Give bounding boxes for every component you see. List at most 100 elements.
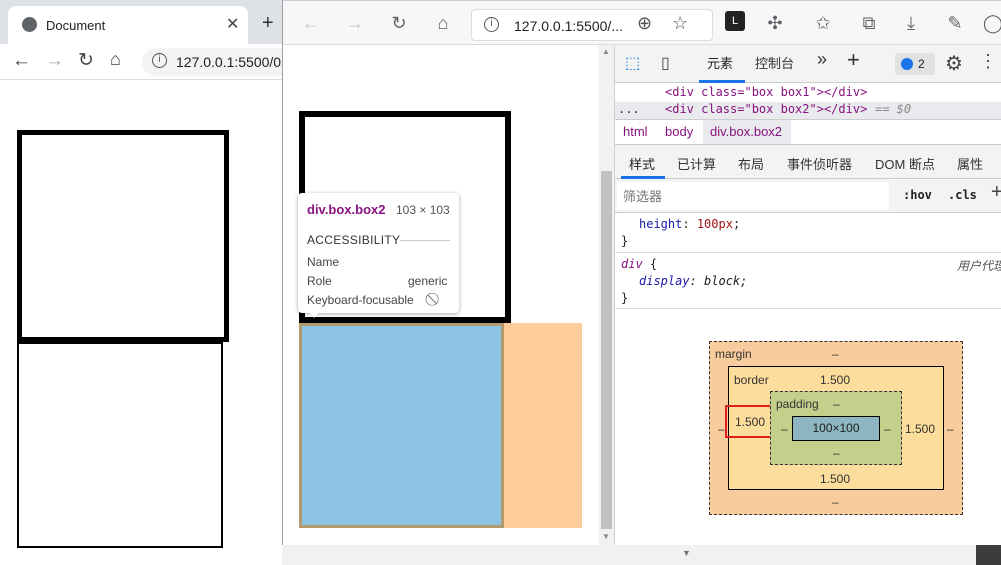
filter-row: :hov .cls + [615,179,1001,213]
inspect-icon[interactable]: ⬚ [625,53,640,73]
scroll-down-icon[interactable]: ▼ [602,532,610,541]
customize-menu-icon[interactable]: ⋮ [979,51,997,72]
tab-console[interactable]: 控制台 [755,53,794,72]
favorites-icon[interactable]: ✩ [809,9,837,37]
back-address-text: 127.0.0.1:5500/0 [176,54,282,70]
margin-left-value[interactable]: – [718,422,725,436]
tooltip-role-label: Role [307,274,332,288]
border-bottom-value[interactable]: 1.500 [820,472,850,486]
content-size[interactable]: 100×100 [812,421,859,435]
rule1-height-line: height: 100px; [639,217,741,231]
tooltip-size: 103 × 103 [396,203,450,217]
rule1-prop[interactable]: height [639,217,682,231]
rule2-selector: div [621,257,643,271]
reload-icon[interactable]: ↻ [385,9,413,37]
download-icon[interactable]: ⤓ [897,9,925,37]
tooltip-section-rule [400,240,450,241]
box-model-padding[interactable]: padding – – – – 100×100 [770,391,902,465]
rule2-origin: 用户代理 [957,259,1001,273]
box-model-border[interactable]: border 1.500 1.500 1.500 1.500 padding –… [725,366,944,490]
hov-button[interactable]: :hov [903,188,932,202]
dom-selected-marker: == $0 [875,102,912,116]
back-icon[interactable]: ← [12,50,31,72]
styles-filter-input[interactable] [617,182,889,210]
box-model-content[interactable]: 100×100 [792,416,880,441]
forward-icon[interactable]: → [45,50,64,72]
tab-properties[interactable]: 属性 [957,154,983,173]
tab-computed[interactable]: 已计算 [677,154,716,173]
add-favorite-icon[interactable]: ☆ [672,13,688,34]
close-icon[interactable]: ✕ [226,14,239,34]
border-top-value[interactable]: 1.500 [820,373,850,387]
margin-top-value[interactable]: – [832,347,839,361]
scroll-thumb[interactable] [601,171,612,529]
border-left-highlight[interactable]: 1.500 [725,405,775,438]
box2-highlight[interactable] [299,323,504,528]
box-model-margin[interactable]: margin – – – – border 1.500 1.500 1.500 … [709,341,963,515]
breadcrumb: html body div.box.box2 [615,119,1001,145]
breadcrumb-body[interactable]: body [665,124,693,139]
home-icon[interactable]: ⌂ [429,9,457,37]
home-icon[interactable]: ⌂ [110,49,121,70]
issues-badge[interactable]: 2 [895,53,935,75]
inspect-tooltip: div.box.box2 103 × 103 ACCESSIBILITY Nam… [298,193,459,318]
address-bar[interactable]: i 127.0.0.1:5500/... ⊕ ☆ [471,9,713,41]
collections-icon[interactable]: ⧉ [855,9,883,37]
style-rule-1: height: 100px; } [615,213,1001,253]
margin-bottom-value[interactable]: – [832,495,839,509]
back-icon[interactable]: ← [297,9,325,37]
box2-preview [17,342,223,548]
breadcrumb-html[interactable]: html [623,124,648,139]
styles-tabbar: 样式 已计算 布局 事件侦听器 DOM 断点 属性 [615,145,1001,179]
dom-line-box2-selected[interactable]: ... <div class="box box2"></div> == $0 [615,102,1001,119]
back-address-bar[interactable]: i 127.0.0.1:5500/0 [142,48,292,76]
rule1-value[interactable]: 100px [697,217,733,231]
cls-button[interactable]: .cls [948,188,977,202]
issues-count: 2 [918,57,925,71]
border-right-value[interactable]: 1.500 [905,422,935,436]
profile-icon[interactable]: ◯ [979,9,1001,37]
settings-gear-icon[interactable]: ⚙ [945,51,963,76]
more-tabs-icon[interactable]: » [817,49,827,70]
extensions-icon[interactable]: ✣ [761,9,789,37]
rule2-display-line: display: block; [639,274,748,288]
info-icon[interactable]: i [152,53,167,68]
screen-reader-icon[interactable]: L [725,11,745,31]
padding-left-value[interactable]: – [781,422,788,436]
zoom-icon[interactable]: ⊕ [637,13,652,34]
devtools-tabbar: ⬚ ▯ 元素 控制台 » + 2 ⚙ ⋮ [615,45,1001,83]
border-left-value[interactable]: 1.500 [735,415,765,429]
tab-elements[interactable]: 元素 [707,53,733,72]
back-window-toolbar: ← → ↻ ⌂ i 127.0.0.1:5500/0 [0,44,292,80]
tab-layout[interactable]: 布局 [738,154,764,173]
rule2-prop: display [639,274,690,288]
info-icon[interactable]: i [484,17,499,32]
back-window-page [0,80,282,565]
forward-icon[interactable]: → [341,9,369,37]
new-tab-button[interactable]: + [262,12,274,35]
box1-preview [17,130,229,342]
add-tab-icon[interactable]: + [847,47,860,73]
page-scrollbar[interactable]: ▲ ▼ [599,45,614,545]
issues-icon [901,58,913,70]
margin-right-value[interactable]: – [947,422,954,436]
tab-event-listeners[interactable]: 事件侦听器 [787,154,852,173]
dom-line-box1[interactable]: <div class="box box1"></div> [665,85,867,99]
new-rule-icon[interactable]: + [991,181,1001,204]
scroll-up-icon[interactable]: ▲ [602,47,610,56]
right-edge-strip [976,545,1001,565]
padding-top-value[interactable]: – [833,397,840,411]
breadcrumb-current[interactable]: div.box.box2 [710,124,782,139]
rule2-value: block [704,274,741,288]
tab-dom-breakpoints[interactable]: DOM 断点 [875,154,935,173]
rule2-close: } [621,291,629,305]
bottom-scroll-down-icon[interactable]: ▼ [682,548,691,558]
dom-ellipsis[interactable]: ... [618,102,640,116]
back-window-tab[interactable]: Document ✕ [8,6,248,44]
reload-icon[interactable]: ↻ [78,49,94,72]
tab-styles[interactable]: 样式 [629,154,655,173]
padding-right-value[interactable]: – [884,422,891,436]
device-toolbar-icon[interactable]: ▯ [661,53,670,73]
padding-bottom-value[interactable]: – [833,446,840,460]
feedback-icon[interactable]: ✎ [941,9,969,37]
